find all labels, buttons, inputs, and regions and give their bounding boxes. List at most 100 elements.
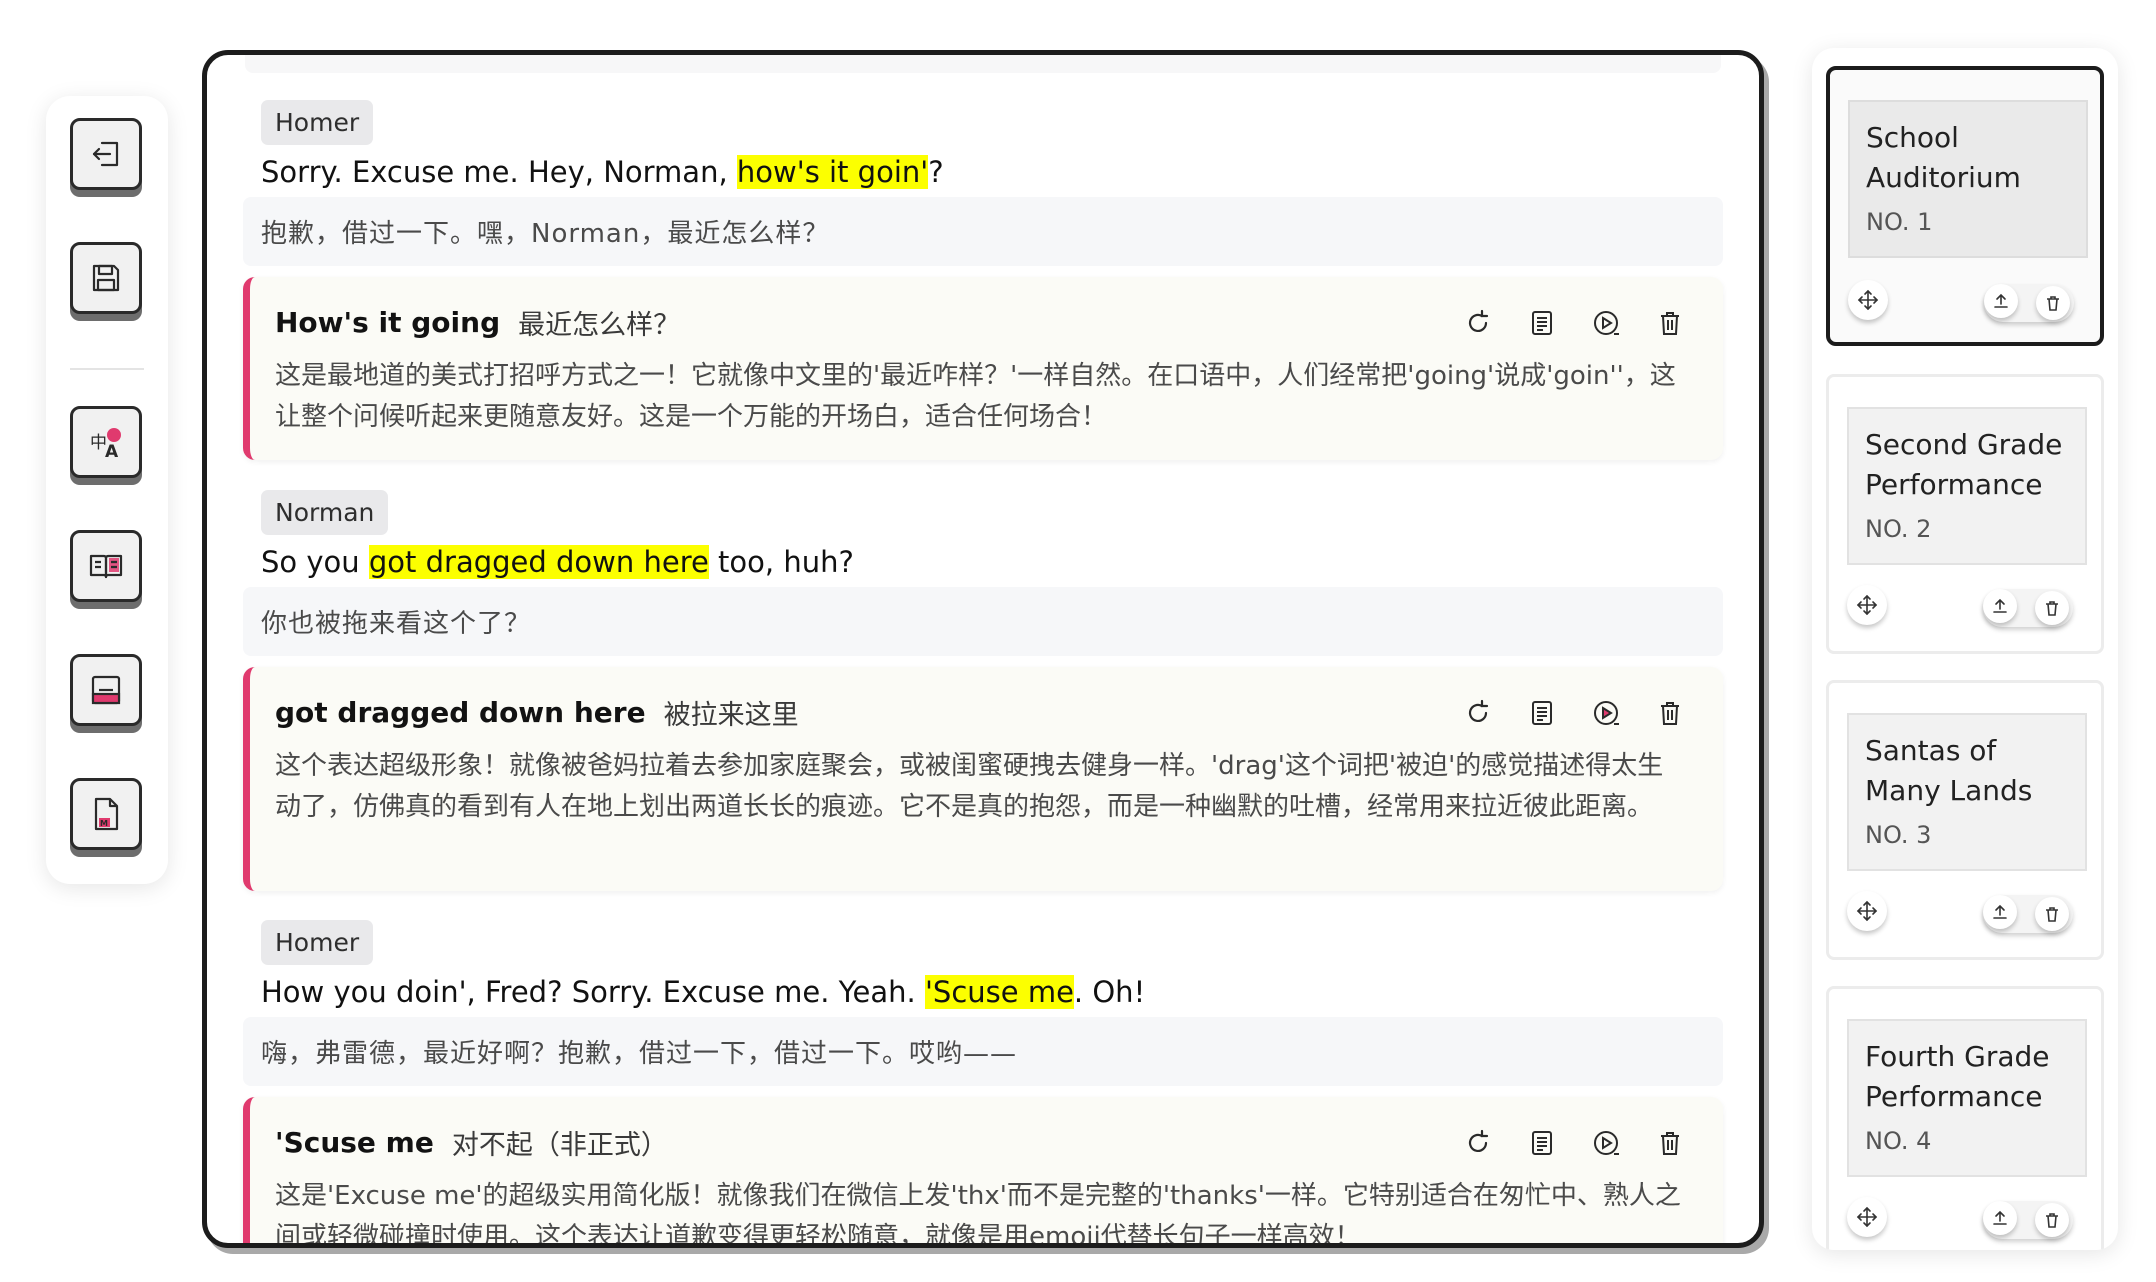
reader-button[interactable]: [70, 530, 142, 602]
trash-icon: [2046, 1213, 2058, 1228]
note-term: How's it going: [275, 306, 501, 339]
speaker-label: Norman: [261, 490, 389, 535]
delete-episode-button[interactable]: [2036, 286, 2070, 320]
move-icon: [1856, 900, 1878, 922]
upload-button[interactable]: [1983, 895, 2017, 929]
english-text: ?: [928, 155, 944, 189]
exit-button[interactable]: [70, 118, 142, 190]
move-icon: [1857, 289, 1879, 311]
notes-button[interactable]: [1527, 308, 1557, 338]
episode-number: NO. 2: [1865, 515, 1932, 543]
trash-icon: [2046, 907, 2058, 922]
document-icon: [1532, 700, 1552, 725]
upload-icon: [1993, 598, 2007, 613]
delete-episode-button[interactable]: [2035, 1203, 2069, 1237]
move-button[interactable]: [1847, 1197, 1887, 1237]
save-icon: [92, 264, 120, 292]
episode-list: School Auditorium NO. 1 Second Grade Per…: [1812, 48, 2118, 1250]
trash-icon: [2047, 296, 2059, 311]
phrase-note-card: got dragged down here 被拉来这里 这个表达超级形象！就像被…: [243, 667, 1723, 891]
svg-text:M: M: [100, 819, 108, 828]
move-button[interactable]: [1847, 585, 1887, 625]
move-button[interactable]: [1848, 280, 1888, 320]
english-line[interactable]: How you doin', Fred? Sorry. Excuse me. Y…: [261, 975, 1723, 1009]
episode-card[interactable]: Santas of Many Lands NO. 3: [1826, 680, 2104, 960]
upload-button[interactable]: [1983, 1201, 2017, 1235]
regenerate-button[interactable]: [1463, 698, 1493, 728]
phrase-note-card: 'Scuse me 对不起（非正式） 这是'Excuse me'的超级实用简化版…: [243, 1097, 1723, 1248]
episode-title: Second Grade Performance: [1865, 428, 2063, 501]
regenerate-button[interactable]: [1463, 1128, 1493, 1158]
play-button[interactable]: [1591, 1128, 1621, 1158]
upload-button[interactable]: [1984, 284, 2018, 318]
play-button[interactable]: [1591, 308, 1621, 338]
delete-button[interactable]: [1655, 308, 1685, 338]
transcript-segment: Homer How you doin', Fred? Sorry. Excuse…: [243, 920, 1723, 1086]
delete-episode-button[interactable]: [2035, 897, 2069, 931]
english-line[interactable]: So you got dragged down here too, huh?: [261, 545, 1723, 579]
english-text: How you doin', Fred? Sorry. Excuse me. Y…: [261, 975, 925, 1009]
delete-button[interactable]: [1655, 698, 1685, 728]
episode-thumbnail: Fourth Grade Performance NO. 4: [1847, 1019, 2087, 1177]
delete-button[interactable]: [1655, 1128, 1685, 1158]
english-line[interactable]: Sorry. Excuse me. Hey, Norman, how's it …: [261, 155, 1723, 189]
trash-icon: [1661, 1131, 1679, 1155]
episode-card[interactable]: Fourth Grade Performance NO. 4: [1826, 986, 2104, 1250]
regenerate-button[interactable]: [1463, 308, 1493, 338]
trash-icon: [1661, 701, 1679, 725]
play-button-active[interactable]: [1591, 698, 1621, 728]
book-icon: [89, 554, 123, 579]
refresh-icon: [1468, 1129, 1489, 1152]
translate-icon: 中 A: [90, 428, 121, 462]
phrase-note-card: How's it going 最近怎么样？ 这是最地道的美式打招呼方式之一！它就…: [243, 277, 1723, 460]
note-explanation: 这是最地道的美式打招呼方式之一！它就像中文里的'最近咋样？'一样自然。在口语中，…: [275, 361, 1676, 432]
notes-button[interactable]: [1527, 698, 1557, 728]
move-icon: [1856, 594, 1878, 616]
left-toolbar: 中 A M: [46, 96, 168, 884]
episode-title: Fourth Grade Performance: [1865, 1040, 2050, 1113]
play-circle-icon: [1594, 310, 1619, 335]
refresh-icon: [1468, 309, 1489, 332]
english-text: too, huh?: [708, 545, 854, 579]
english-text: Sorry. Excuse me. Hey, Norman,: [261, 155, 737, 189]
play-circle-icon: [1594, 1130, 1619, 1155]
transcript-segment: Norman So you got dragged down here too,…: [243, 490, 1723, 656]
subtitle-icon: [91, 675, 121, 705]
upload-button[interactable]: [1983, 589, 2017, 623]
note-term: 'Scuse me: [275, 1126, 434, 1159]
episode-thumbnail: School Auditorium NO. 1: [1848, 100, 2088, 258]
markdown-file-icon: M: [94, 797, 119, 831]
svg-text:A: A: [105, 442, 119, 462]
episode-title: Santas of Many Lands: [1865, 734, 2033, 807]
toolbar-divider: [70, 368, 144, 370]
upload-icon: [1994, 293, 2008, 308]
subtitle-button[interactable]: [70, 654, 142, 726]
episode-thumbnail: Second Grade Performance NO. 2: [1847, 407, 2087, 565]
highlighted-phrase[interactable]: 'Scuse me: [924, 975, 1074, 1009]
move-button[interactable]: [1847, 891, 1887, 931]
episode-card-active[interactable]: School Auditorium NO. 1: [1826, 66, 2104, 346]
highlighted-phrase[interactable]: how's it goin': [736, 155, 929, 189]
document-icon: [1532, 1130, 1552, 1155]
markdown-export-button[interactable]: M: [70, 778, 142, 850]
episode-number: NO. 1: [1866, 208, 1933, 236]
episode-title: School Auditorium: [1866, 121, 2021, 194]
play-circle-icon: [1594, 700, 1619, 725]
chinese-translation: 抱歉，借过一下。嘿，Norman，最近怎么样？: [243, 197, 1723, 266]
highlighted-phrase[interactable]: got dragged down here: [368, 545, 709, 579]
notes-button[interactable]: [1527, 1128, 1557, 1158]
move-icon: [1856, 1206, 1878, 1228]
speaker-label: Homer: [261, 920, 374, 965]
note-explanation: 这个表达超级形象！就像被爸妈拉着去参加家庭聚会，或被闺蜜硬拽去健身一样。'dra…: [275, 751, 1664, 822]
upload-icon: [1993, 1210, 2007, 1225]
trash-icon: [1661, 311, 1679, 335]
transcript-panel[interactable]: Homer Sorry. Excuse me. Hey, Norman, how…: [202, 50, 1764, 1248]
delete-episode-button[interactable]: [2035, 591, 2069, 625]
save-button[interactable]: [70, 242, 142, 314]
chinese-translation: 嗨，弗雷德，最近好啊？抱歉，借过一下，借过一下。哎哟——: [243, 1017, 1723, 1086]
episode-card[interactable]: Second Grade Performance NO. 2: [1826, 374, 2104, 654]
translate-button[interactable]: 中 A: [70, 406, 142, 478]
note-translation: 对不起（非正式）: [451, 1130, 668, 1161]
chinese-translation: 你也被拖来看这个了？: [243, 587, 1723, 656]
note-explanation: 这是'Excuse me'的超级实用简化版！就像我们在微信上发'thx'而不是完…: [275, 1181, 1681, 1248]
